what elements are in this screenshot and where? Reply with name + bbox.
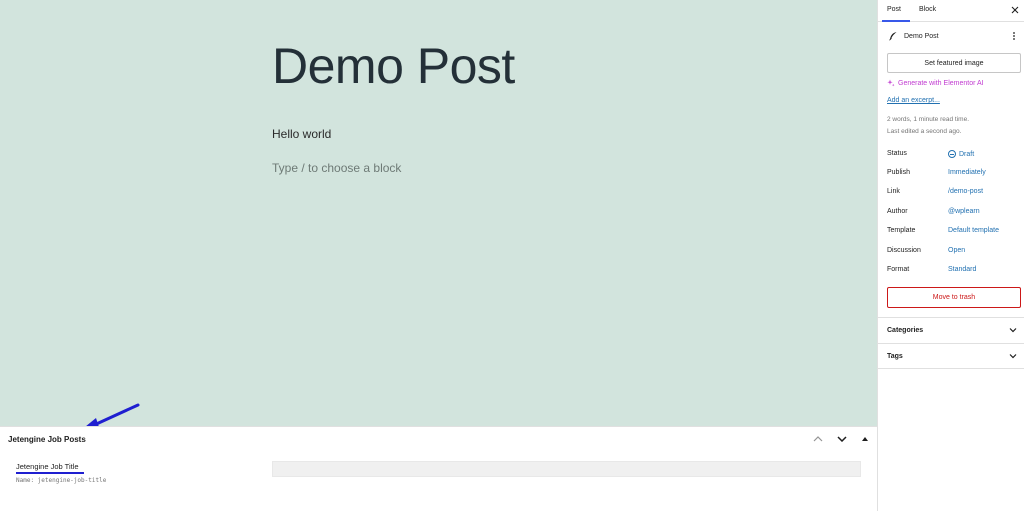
ai-link-label: Generate with Elementor AI: [898, 79, 984, 87]
annotation-underline: [16, 472, 84, 474]
chevron-up-icon: [813, 436, 823, 442]
kebab-menu-icon[interactable]: [1009, 31, 1019, 41]
move-down-button[interactable]: [834, 431, 850, 447]
block-placeholder[interactable]: Type / to choose a block: [272, 161, 401, 175]
tab-post[interactable]: Post: [887, 6, 901, 13]
meta-row-discussion: Discussion Open: [887, 247, 1021, 257]
template-value[interactable]: Default template: [948, 227, 999, 234]
field-name: Name: jetengine-job-title: [16, 477, 107, 484]
meta-key: Format: [887, 266, 910, 273]
word-count: 2 words, 1 minute read time.: [887, 116, 970, 123]
job-title-input[interactable]: [272, 461, 861, 477]
post-title[interactable]: Demo Post: [272, 38, 515, 94]
tab-block[interactable]: Block: [919, 6, 936, 13]
move-to-trash-button[interactable]: Move to trash: [887, 287, 1021, 308]
meta-key: Discussion: [887, 247, 921, 254]
sidebar-post-title: Demo Post: [904, 33, 939, 40]
author-value[interactable]: @wplearn: [948, 208, 980, 215]
panel-label: Categories: [887, 327, 924, 334]
meta-row-format: Format Standard: [887, 266, 1021, 276]
chevron-down-icon: [1009, 354, 1017, 359]
meta-key: Status: [887, 150, 907, 157]
publish-value[interactable]: Immediately: [948, 169, 986, 176]
feather-icon: [889, 32, 897, 41]
set-featured-image-button[interactable]: Set featured image: [887, 53, 1021, 73]
meta-row-publish: Publish Immediately: [887, 169, 1021, 179]
panel-label: Tags: [887, 353, 903, 360]
meta-key: Template: [887, 227, 916, 234]
chevron-down-icon: [1009, 328, 1017, 333]
triangle-up-icon: [862, 437, 868, 441]
panel-categories[interactable]: Categories: [878, 317, 1024, 343]
field-label: Jetengine Job Title: [16, 462, 79, 471]
meta-row-status: Status Draft: [887, 150, 1021, 160]
move-up-button[interactable]: [810, 431, 826, 447]
active-tab-indicator: [882, 20, 910, 22]
metabox-title: Jetengine Job Posts: [8, 435, 86, 444]
toggle-panel-button[interactable]: [857, 431, 873, 447]
meta-key: Author: [887, 208, 908, 215]
discussion-value[interactable]: Open: [948, 247, 965, 254]
panel-tags[interactable]: Tags: [878, 343, 1024, 369]
meta-row-template: Template Default template: [887, 227, 1021, 237]
meta-key: Link: [887, 188, 900, 195]
link-value[interactable]: /demo-post: [948, 188, 983, 195]
close-icon[interactable]: [1010, 5, 1020, 15]
paragraph-block[interactable]: Hello world: [272, 127, 331, 141]
generate-elementor-ai-link[interactable]: Generate with Elementor AI: [887, 79, 984, 87]
last-edited: Last edited a second ago.: [887, 128, 962, 135]
sparkle-icon: [887, 79, 895, 87]
sidebar-tabs: Post Block: [878, 0, 1024, 22]
jetengine-metabox: Jetengine Job Posts Jetengine Job Title …: [0, 426, 877, 511]
meta-value: Draft: [959, 150, 975, 158]
chevron-down-icon: [837, 436, 847, 442]
settings-sidebar: Post Block Demo Post Set featured image …: [877, 0, 1024, 511]
meta-key: Publish: [887, 169, 910, 176]
status-value[interactable]: Draft: [948, 150, 974, 158]
format-value[interactable]: Standard: [948, 266, 976, 273]
meta-row-link: Link /demo-post: [887, 188, 1021, 198]
editor-canvas: Demo Post Hello world Type / to choose a…: [0, 0, 877, 426]
add-excerpt-link[interactable]: Add an excerpt...: [887, 97, 940, 104]
meta-row-author: Author @wplearn: [887, 208, 1021, 218]
draft-status-icon: [948, 150, 956, 158]
